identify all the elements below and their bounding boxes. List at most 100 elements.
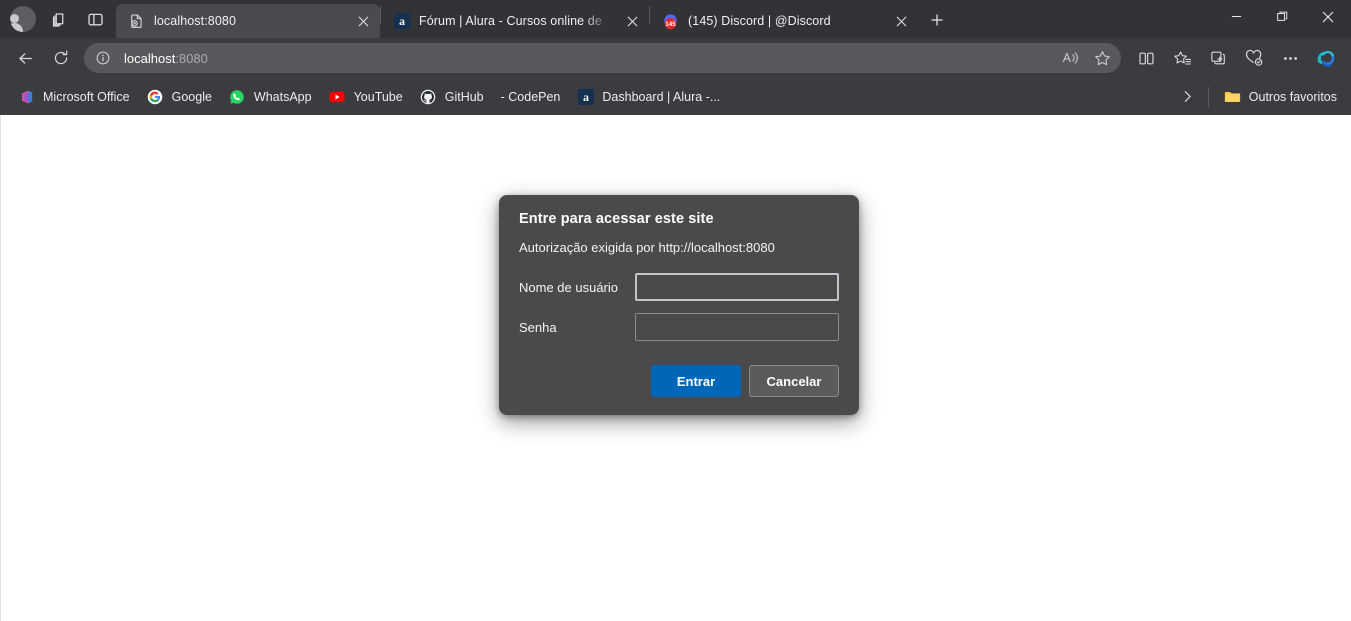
tab-strip: localhost:8080 a Fórum | Alura - Cursos … [0,0,1351,38]
address-bar[interactable]: localhost:8080 [84,43,1121,73]
bookmark-label: Outros favoritos [1248,89,1337,104]
navigation-toolbar: localhost:8080 [0,38,1351,78]
bookmark-github[interactable]: GitHub [412,84,492,109]
bookmark-dashboard-alura[interactable]: a Dashboard | Alura -... [569,84,728,109]
authentication-dialog: Entre para acessar este site Autorização… [499,195,859,415]
password-input[interactable] [635,313,839,341]
cancel-button[interactable]: Cancelar [749,365,839,397]
svg-text:a: a [583,90,589,104]
browser-window: localhost:8080 a Fórum | Alura - Cursos … [0,0,1351,621]
bookmark-codepen[interactable]: - CodePen [493,86,569,108]
tab-close-button[interactable] [890,10,912,32]
split-screen-icon [1138,52,1154,64]
tab-forum-alura[interactable]: a Fórum | Alura - Cursos online de [381,4,649,38]
tab-close-button[interactable] [621,10,643,32]
svg-text:a: a [399,14,405,28]
tab-title: Fórum | Alura - Cursos online de [419,14,602,28]
password-label: Senha [519,319,557,335]
read-aloud-icon [1062,51,1078,64]
site-info-button[interactable] [90,46,116,70]
username-label: Nome de usuário [519,279,618,295]
tab-close-button[interactable] [352,10,374,32]
dialog-title: Entre para acessar este site [519,211,714,227]
collections-button[interactable] [1201,43,1235,73]
minimize-button[interactable] [1213,0,1259,33]
refresh-icon [54,50,68,65]
restore-button[interactable] [1259,0,1305,33]
star-icon [1094,50,1110,65]
tab-actions-button[interactable] [78,3,112,35]
tab-localhost[interactable]: localhost:8080 [116,4,380,38]
new-tab-button[interactable] [922,5,952,35]
copilot-button[interactable] [1309,43,1343,73]
folder-icon [1224,88,1241,105]
google-icon [147,88,164,105]
svg-text:145: 145 [665,21,676,28]
avatar[interactable] [6,3,40,35]
arrow-left-icon [18,52,32,64]
bookmarks-divider [1207,86,1209,107]
bookmarks-bar: Microsoft Office Google WhatsApp YouTube… [0,78,1351,115]
github-icon [420,88,437,105]
back-button[interactable] [8,43,42,73]
bookmark-whatsapp[interactable]: WhatsApp [221,84,320,109]
close-window-button[interactable] [1305,0,1351,33]
bookmark-youtube[interactable]: YouTube [321,84,411,109]
favorites-list-icon [1173,50,1191,65]
chevron-right-icon [1184,91,1191,102]
submit-button[interactable]: Entrar [651,365,741,397]
address-bar-actions [1055,45,1117,71]
read-aloud-button[interactable] [1055,45,1085,71]
url-port: :8080 [175,50,208,66]
bookmark-microsoft-office[interactable]: Microsoft Office [10,84,138,109]
bookmark-label: Dashboard | Alura -... [602,89,721,104]
restore-icon [1276,11,1287,21]
ellipsis-icon [1283,56,1297,60]
bookmarks-overflow-button[interactable] [1175,84,1201,110]
discord-icon: 145 [662,13,679,30]
tab-discord[interactable]: 145 (145) Discord | @Discord [650,4,918,38]
favorites-button[interactable] [1165,43,1199,73]
workspaces-icon [52,12,63,27]
username-row: Nome de usuário [519,273,839,301]
youtube-icon [329,88,346,105]
dialog-actions: Entrar Cancelar [519,365,839,397]
url-host: localhost [124,50,176,66]
collections-icon [1210,51,1225,64]
copilot-icon [1317,50,1335,67]
whatsapp-icon [229,88,246,105]
username-input[interactable] [635,273,839,301]
alura-icon: a [577,88,594,105]
settings-and-more-button[interactable] [1273,43,1307,73]
workspaces-button[interactable] [42,3,76,35]
favorite-button[interactable] [1087,45,1117,71]
office-icon [18,88,35,105]
bookmark-label: YouTube [353,89,403,104]
plus-icon [931,14,943,26]
minimize-icon [1231,15,1241,18]
bookmark-label: - CodePen [500,89,561,104]
browser-essentials-button[interactable] [1237,43,1271,73]
split-screen-button[interactable] [1129,43,1163,73]
tab-title: (145) Discord | @Discord [688,14,831,28]
page-content: Entre para acessar este site Autorização… [0,115,1351,621]
dialog-subtitle: Autorização exigida por http://localhost… [519,240,775,255]
page-error-icon [128,13,145,30]
alura-icon: a [393,13,410,30]
password-row: Senha [519,313,839,341]
bookmark-label: Google [171,89,212,104]
bookmark-label: Microsoft Office [43,89,130,104]
window-controls [1213,0,1351,38]
refresh-button[interactable] [44,43,78,73]
browser-essentials-icon [1245,49,1263,66]
bookmark-label: GitHub [444,89,484,104]
close-icon [1322,11,1334,22]
avatar-icon [10,6,36,32]
address-bar-text[interactable]: localhost:8080 [116,51,1055,66]
sidebar-panel-icon [87,13,103,25]
bookmark-label: WhatsApp [253,89,312,104]
bookmark-google[interactable]: Google [139,84,220,109]
tab-title: localhost:8080 [154,14,237,28]
tabstrip-left-controls [0,0,112,38]
bookmark-other-favorites[interactable]: Outros favoritos [1216,84,1345,109]
